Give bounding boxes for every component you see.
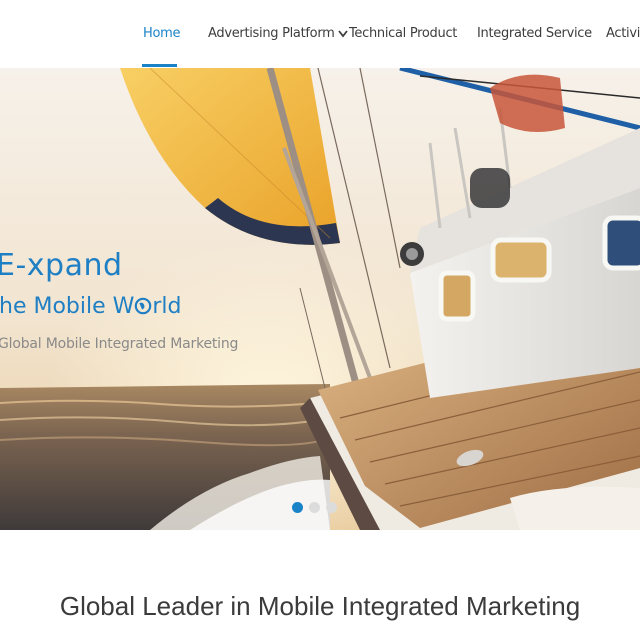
nav-integrated-service[interactable]: Integrated Service [477,26,592,41]
hero-subtitle: Global Mobile Integrated Marketing [0,336,239,352]
nav-advertising-platform[interactable]: Advertising Platform [208,26,349,41]
carousel-dot-2[interactable] [309,502,320,513]
hero-headline: E-xpand [0,248,123,283]
nav-home[interactable]: Home [143,26,181,41]
top-navigation: Home Advertising Platform Technical Prod… [0,0,640,68]
nav-technical-product[interactable]: Technical Product [349,26,457,41]
section-title: Global Leader in Mobile Integrated Marke… [59,591,581,621]
carousel-dot-1[interactable] [292,502,303,513]
hero-headline-2-pre: he Mobile W [0,294,135,319]
hero-carousel[interactable]: E-xpand he Mobile W rld Global Mobile Int… [0,68,640,530]
globe-icon [135,297,152,315]
hero-headline-2-post: rld [152,294,182,319]
nav-active-indicator [142,64,177,67]
nav-activities[interactable]: Activiti [606,26,640,41]
hero-headline-2: he Mobile W rld [0,294,182,319]
carousel-indicators [292,502,337,513]
carousel-dot-3[interactable] [326,502,337,513]
nav-advertising-platform-label: Advertising Platform [208,26,335,41]
chevron-down-icon [337,29,348,37]
